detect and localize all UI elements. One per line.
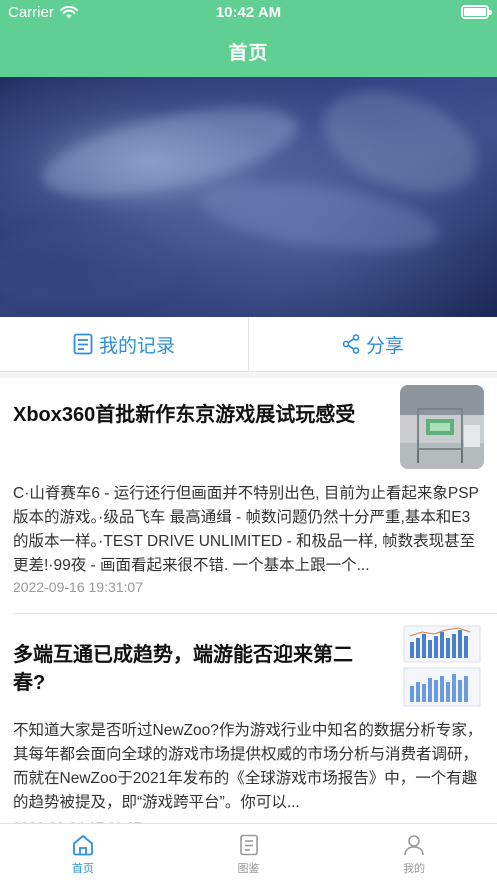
action-bar: 我的记录 分享 — [0, 317, 497, 372]
person-icon — [404, 835, 424, 856]
my-records-label: 我的记录 — [98, 335, 175, 357]
my-records-button[interactable]: 我的记录 — [0, 317, 248, 371]
banner-image[interactable] — [0, 77, 497, 317]
article-thumbnail — [400, 385, 484, 469]
tab-bar: 首页 图鉴 我的 — [0, 823, 497, 883]
article-summary: 不知道大家是否听过NewZoo?作为游戏行业中知名的数据分析专家，其每年都会面向… — [13, 722, 483, 811]
book-icon — [239, 834, 258, 856]
article-title: Xbox360首批新作东京游戏展试玩感受 — [13, 404, 356, 426]
share-button[interactable]: 分享 — [248, 317, 497, 371]
tab-home[interactable]: 首页 — [0, 824, 166, 883]
article-summary: C·山脊赛车6 - 运行还行但画面并不特别出色, 目前为止看起来象PSP版本的游… — [13, 485, 479, 574]
list-item[interactable]: 多端互通已成趋势，端游能否迎来第二春? 不知道大家是否听过NewZoo?作为游戏… — [0, 614, 497, 835]
battery-icon — [461, 5, 492, 19]
app-header: Carrier 10:42 AM 首页 — [0, 0, 497, 77]
article-thumbnail — [400, 624, 484, 708]
share-label: 分享 — [365, 335, 404, 357]
article-title: 多端互通已成趋势，端游能否迎来第二春? — [13, 644, 353, 694]
share-icon — [342, 334, 360, 354]
tab-mine-label: 我的 — [403, 863, 426, 875]
tab-catalog[interactable]: 图鉴 — [166, 824, 332, 883]
tab-home-label: 首页 — [71, 863, 94, 875]
page-title: 首页 — [228, 43, 269, 64]
article-date: 2022-09-16 19:31:07 — [13, 579, 143, 595]
tab-catalog-label: 图鉴 — [237, 863, 260, 875]
status-time: 10:42 AM — [215, 4, 282, 21]
tab-mine[interactable]: 我的 — [331, 824, 497, 883]
document-icon — [73, 333, 93, 355]
list-item[interactable]: Xbox360首批新作东京游戏展试玩感受 C·山脊赛车6 - 运行还行但画面并不… — [0, 378, 497, 614]
home-icon — [72, 835, 93, 856]
status-bar: Carrier 10:42 AM — [0, 0, 497, 26]
